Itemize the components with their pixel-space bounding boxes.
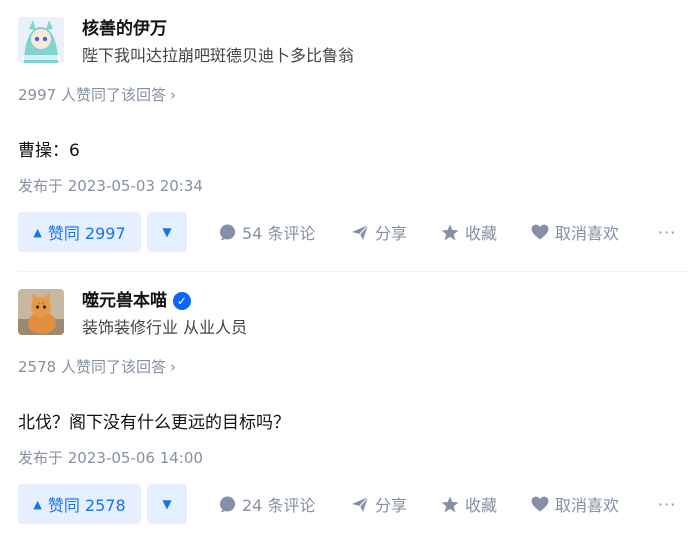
publish-time[interactable]: 发布于 2023-05-06 14:00 xyxy=(18,447,203,468)
answer-item: 噬元兽本喵 ✓ 装饰装修行业 从业人员 2578 人赞同了该回答 › 北伐？阁下没有… xyxy=(0,272,688,544)
more-icon: ··· xyxy=(658,222,677,242)
voters-link[interactable]: 2578 人赞同了该回答 › xyxy=(18,356,176,377)
author-bio: 装饰装修行业 从业人员 xyxy=(82,318,248,337)
share-button[interactable]: 分享 xyxy=(351,484,407,524)
comment-bubble-icon xyxy=(219,496,236,513)
answer-item: 核善的伊万 陛下我叫达拉崩吧斑德贝迪卜多比鲁翁 2997 人赞同了该回答 › 曹操… xyxy=(0,0,688,272)
share-label: 分享 xyxy=(375,496,408,515)
collect-button[interactable]: 收藏 xyxy=(441,484,497,524)
unlike-label: 取消喜欢 xyxy=(555,496,620,515)
vote-up-label: 赞同 2997 xyxy=(47,224,126,243)
comments-label: 54 条评论 xyxy=(242,224,316,243)
voters-text: 2997 人赞同了该回答 xyxy=(18,86,166,104)
publish-time[interactable]: 发布于 2023-05-03 20:34 xyxy=(18,175,203,196)
vote-up-button[interactable]: ▲ 赞同 2997 xyxy=(18,212,141,252)
vote-down-button[interactable]: ▼ xyxy=(147,484,187,524)
paper-plane-icon xyxy=(351,224,369,241)
voters-link[interactable]: 2997 人赞同了该回答 › xyxy=(18,84,176,105)
collect-button[interactable]: 收藏 xyxy=(441,212,497,252)
triangle-up-icon: ▲ xyxy=(33,497,42,511)
triangle-up-icon: ▲ xyxy=(33,225,42,239)
star-icon xyxy=(441,224,459,241)
unlike-button[interactable]: 取消喜欢 xyxy=(531,484,619,524)
collect-label: 收藏 xyxy=(465,224,498,243)
comments-label: 24 条评论 xyxy=(242,496,316,515)
share-label: 分享 xyxy=(375,224,408,243)
author-name-text: 噬元兽本喵 xyxy=(82,291,167,311)
heart-icon xyxy=(531,496,549,512)
avatar[interactable] xyxy=(18,17,64,63)
heart-icon xyxy=(531,224,549,240)
vote-up-label: 赞同 2578 xyxy=(47,496,126,515)
more-icon: ··· xyxy=(658,494,677,514)
paper-plane-icon xyxy=(351,496,369,513)
chevron-right-icon: › xyxy=(169,86,176,104)
verified-badge-icon: ✓ xyxy=(173,292,191,310)
author-name[interactable]: 噬元兽本喵 ✓ xyxy=(82,286,191,311)
voters-text: 2578 人赞同了该回答 xyxy=(18,358,166,376)
author-bio: 陛下我叫达拉崩吧斑德贝迪卜多比鲁翁 xyxy=(82,46,355,65)
star-icon xyxy=(441,496,459,513)
triangle-down-icon: ▼ xyxy=(162,497,172,511)
avatar[interactable] xyxy=(18,289,64,335)
action-bar: ▲ 赞同 2578 ▼ 24 条评论 分享 收藏 取消喜欢 ··· xyxy=(18,484,688,524)
author-name[interactable]: 核善的伊万 xyxy=(82,14,167,39)
comments-button[interactable]: 54 条评论 xyxy=(219,212,315,252)
action-bar: ▲ 赞同 2997 ▼ 54 条评论 分享 收藏 取消喜欢 ··· xyxy=(18,212,688,252)
chevron-right-icon: › xyxy=(169,358,176,376)
comments-button[interactable]: 24 条评论 xyxy=(219,484,315,524)
vote-up-button[interactable]: ▲ 赞同 2578 xyxy=(18,484,141,524)
answer-content: 北伐？阁下没有什么更远的目标吗？ xyxy=(18,413,290,433)
triangle-down-icon: ▼ xyxy=(162,225,172,239)
comment-bubble-icon xyxy=(219,224,236,241)
collect-label: 收藏 xyxy=(465,496,498,515)
unlike-button[interactable]: 取消喜欢 xyxy=(531,212,619,252)
unlike-label: 取消喜欢 xyxy=(555,224,620,243)
share-button[interactable]: 分享 xyxy=(351,212,407,252)
more-options-button[interactable]: ··· xyxy=(658,212,676,252)
answer-content: 曹操：6 xyxy=(18,141,80,161)
more-options-button[interactable]: ··· xyxy=(658,484,676,524)
vote-down-button[interactable]: ▼ xyxy=(147,212,187,252)
